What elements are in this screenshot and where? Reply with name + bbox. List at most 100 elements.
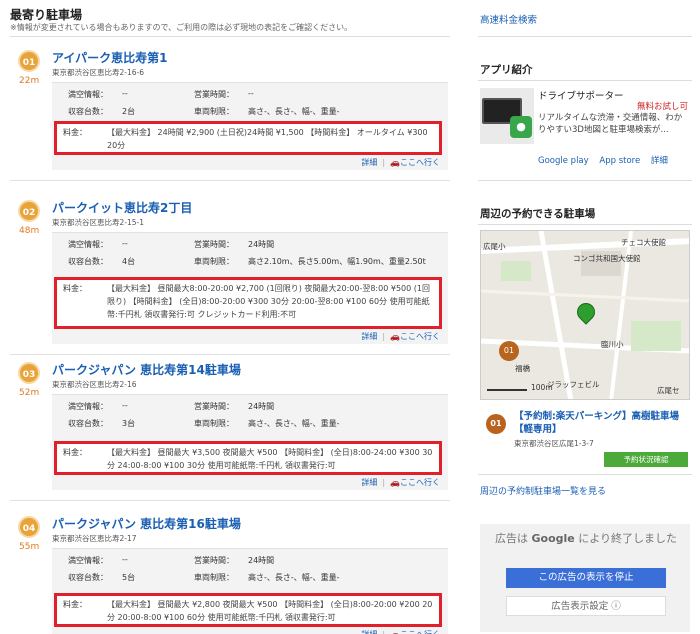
divider xyxy=(478,80,692,81)
detail-link[interactable]: 詳細 xyxy=(361,158,377,167)
car-icon: 🚗 xyxy=(390,478,400,487)
distance: 55m xyxy=(19,542,40,552)
app-store-link[interactable]: App store xyxy=(599,156,640,166)
distance: 52m xyxy=(19,388,40,398)
availability-label: 満空情報： xyxy=(68,556,108,565)
parking-name-link[interactable]: パークジャパン 恵比寿第14駐車場 xyxy=(52,361,241,378)
hours-value: 24時間 xyxy=(248,402,275,411)
app-description: リアルタイムな渋滞・交通情報、わかりやすい3D地図と駐車場検索が... xyxy=(538,113,683,135)
free-trial-badge: 無料お試し可 xyxy=(636,102,688,112)
divider xyxy=(478,36,692,37)
availability-label: 満空情報： xyxy=(68,90,108,99)
separator: | xyxy=(382,630,385,634)
map-scale xyxy=(487,389,527,391)
restriction-label: 車両制限： xyxy=(194,107,234,116)
parking-address: 東京都渋谷区恵比寿2-16-6 xyxy=(52,68,144,77)
map-label-hiroo-school: 広尾小 xyxy=(483,242,506,251)
parking-pin-icon[interactable]: 01 xyxy=(499,341,519,361)
parking-footer: 詳細 | 🚗ここへ行く xyxy=(361,629,440,634)
fee-box: 料金： 【最大料金】 昼間最大 ¥3,500 夜間最大 ¥500 【時間料金】 … xyxy=(54,441,442,475)
rank-badge: 02 xyxy=(18,200,40,222)
separator: | xyxy=(382,332,386,341)
parking-info: 満空情報： -- 営業時間： 24時間 収容台数： 5台 車両制限： 高さ-、長… xyxy=(52,548,448,634)
restriction-value: 高さ-、長さ-、幅-、重量- xyxy=(248,419,340,428)
app-thumbnail[interactable]: ● xyxy=(480,88,534,144)
separator: | xyxy=(382,478,386,487)
google-play-link[interactable]: Google play xyxy=(538,156,589,166)
hours-value: 24時間 xyxy=(248,240,275,249)
hours-value: -- xyxy=(248,89,254,98)
parking-address: 東京都渋谷区恵比寿2-16 xyxy=(52,380,137,389)
availability-label: 満空情報： xyxy=(68,240,108,249)
reserve-list-link[interactable]: 周辺の予約制駐車場一覧を見る xyxy=(480,484,606,497)
section-title: 最寄り駐車場 xyxy=(10,8,83,22)
fee-text: 【最大料金】 24時間 ¥2,900 (土日祝)24時間 ¥1,500 【時間料… xyxy=(107,128,428,150)
reserve-heading: 周辺の予約できる駐車場 xyxy=(480,208,596,220)
parking-info: 満空情報： -- 営業時間： -- 収容台数： 2台 車両制限： 高さ-、長さ-… xyxy=(52,82,448,170)
parking-name-link[interactable]: パークジャパン 恵比寿第16駐車場 xyxy=(52,515,241,532)
fee-label: 料金： xyxy=(63,284,87,293)
capacity-value: 3台 xyxy=(122,419,136,428)
map-scale-label: 100m xyxy=(531,383,553,392)
stop-ad-button[interactable]: この広告の表示を停止 xyxy=(506,568,666,588)
divider xyxy=(10,180,450,181)
restriction-value: 高さ-、長さ-、幅-、重量- xyxy=(248,573,340,582)
reserve-status-button[interactable]: 予約状況確認 xyxy=(604,452,688,467)
rank-badge: 03 xyxy=(18,362,40,384)
rank-badge: 04 xyxy=(18,516,40,538)
app-heading: アプリ紹介 xyxy=(480,64,533,76)
detail-link[interactable]: 詳細 xyxy=(361,478,377,487)
reserve-map[interactable]: チェコ大使館 広尾小 コンゴ共和国大使館 臨川小 ジラッフェビル 広尾セ 福橋 … xyxy=(480,230,690,400)
reserve-parking-name[interactable]: 【予約制:楽天パーキング】高樹駐車場【軽専用】 xyxy=(514,410,690,436)
capacity-label: 収容台数： xyxy=(68,419,108,428)
divider xyxy=(10,354,450,355)
parking-footer: 詳細 | 🚗ここへ行く xyxy=(361,477,440,488)
map-label-giraffe: ジラッフェビル xyxy=(547,380,600,389)
fee-text: 【最大料金】 昼間最大 ¥3,500 夜間最大 ¥500 【時間料金】 (全日)… xyxy=(107,448,433,470)
capacity-value: 5台 xyxy=(122,573,136,582)
hours-label: 営業時間： xyxy=(194,556,234,565)
app-detail-link[interactable]: 詳細 xyxy=(651,156,668,166)
restriction-label: 車両制限： xyxy=(194,573,234,582)
goto-link[interactable]: ここへ行く xyxy=(400,630,440,634)
detail-link[interactable]: 詳細 xyxy=(361,332,377,341)
hours-value: 24時間 xyxy=(248,556,275,565)
distance: 48m xyxy=(19,226,40,236)
parking-address: 東京都渋谷区恵比寿2-15-1 xyxy=(52,218,144,227)
highway-fee-link[interactable]: 高速料金検索 xyxy=(480,12,537,26)
restriction-label: 車両制限： xyxy=(194,257,234,266)
goto-link[interactable]: ここへ行く xyxy=(400,332,440,341)
reserve-parking-address: 東京都渋谷区広尾1-3-7 xyxy=(514,439,594,448)
detail-link[interactable]: 詳細 xyxy=(361,630,377,634)
capacity-label: 収容台数： xyxy=(68,107,108,116)
availability-label: 満空情報： xyxy=(68,402,108,411)
reserve-badge: 01 xyxy=(486,414,506,434)
fee-label: 料金： xyxy=(63,600,87,609)
parking-name-link[interactable]: パークイット恵比寿2丁目 xyxy=(52,199,192,216)
separator: | xyxy=(382,158,386,167)
parking-address: 東京都渋谷区恵比寿2-17 xyxy=(52,534,137,543)
goto-link[interactable]: ここへ行く xyxy=(400,158,440,167)
divider xyxy=(478,474,692,475)
car-icon: 🚗 xyxy=(390,158,400,167)
availability-value: -- xyxy=(122,239,128,248)
availability-value: -- xyxy=(122,401,128,410)
car-icon: 🚗 xyxy=(390,630,400,634)
capacity-value: 2台 xyxy=(122,107,136,116)
goto-link[interactable]: ここへ行く xyxy=(400,478,440,487)
sidebar: 高速料金検索 アプリ紹介 ● ドライブサポーター 無料お試し可 リアルタイムな渋… xyxy=(478,0,692,634)
fee-box: 料金： 【最大料金】 24時間 ¥2,900 (土日祝)24時間 ¥1,500 … xyxy=(54,121,442,155)
car-icon: 🚗 xyxy=(390,332,400,341)
parking-name-link[interactable]: アイパーク恵比寿第1 xyxy=(52,49,168,66)
fee-box: 料金： 【最大料金】 昼間最大 ¥2,800 夜間最大 ¥500 【時間料金】 … xyxy=(54,593,442,627)
capacity-value: 4台 xyxy=(122,257,136,266)
restriction-label: 車両制限： xyxy=(194,419,234,428)
map-label-congo: コンゴ共和国大使館 xyxy=(573,254,641,263)
fee-label: 料金： xyxy=(63,128,87,137)
ad-settings-button[interactable]: 広告表示設定 ⓘ xyxy=(506,596,666,616)
divider xyxy=(478,180,692,181)
map-label-fukubashi: 福橋 xyxy=(515,364,530,373)
availability-value: -- xyxy=(122,89,128,98)
restriction-value: 高さ2.10m、長さ5.00m、幅1.90m、重量2.50t xyxy=(248,257,426,266)
reserve-status-label: 予約状況確認 xyxy=(623,455,669,464)
